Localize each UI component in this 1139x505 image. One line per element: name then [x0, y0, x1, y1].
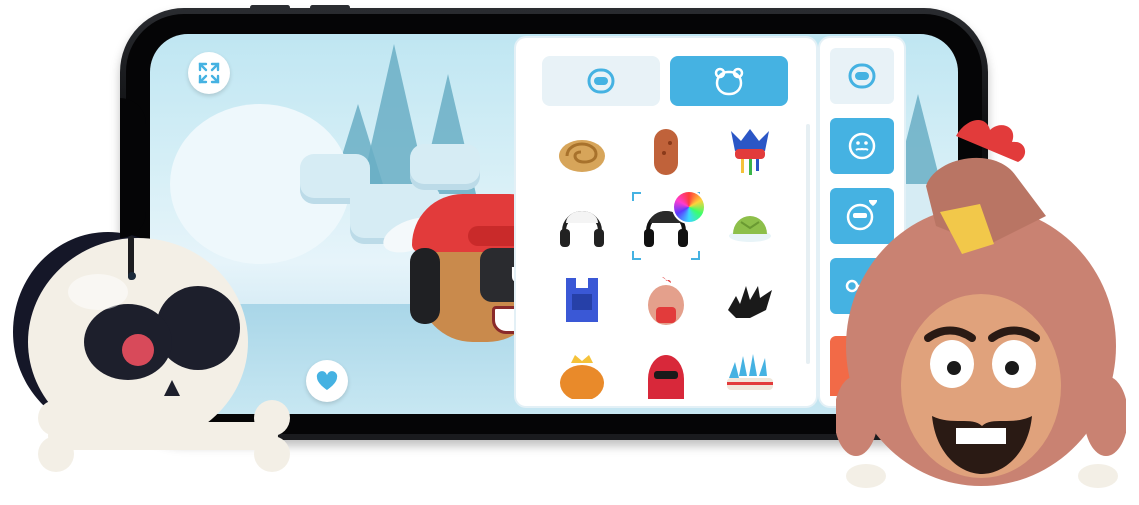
skull-illustration: [13, 232, 290, 472]
chicken-hat-icon: [648, 277, 684, 325]
favorite-button[interactable]: [306, 360, 348, 402]
head-shape-icon: [848, 63, 876, 89]
black-spiky-hair-icon: [728, 286, 772, 318]
item-sausage-hat[interactable]: [636, 122, 696, 182]
customization-panel: [516, 38, 816, 406]
item-turtle-shell-hat[interactable]: [720, 196, 780, 256]
red-helmet-icon: [648, 355, 684, 399]
crown-hat-icon: [560, 355, 604, 399]
phone-side-button: [310, 5, 350, 10]
sausage-hat-icon: [654, 129, 678, 175]
feather-headdress-icon: [727, 354, 773, 390]
panel-scrollbar[interactable]: [806, 124, 810, 364]
item-jester-hat[interactable]: [720, 122, 780, 182]
head-shape-icon: [587, 68, 615, 94]
item-crown-hat[interactable]: [552, 344, 612, 404]
chicken-costume-character: [834, 116, 1128, 496]
phone-camera: [128, 272, 136, 280]
chicken-costume-illustration: [834, 119, 1128, 488]
skull-character: [8, 222, 308, 492]
item-headphones-black[interactable]: [632, 190, 706, 260]
heart-icon: [316, 371, 338, 390]
expand-icon: [198, 62, 220, 84]
cinnamon-roll-hat-icon: [559, 140, 605, 172]
side-menu-head-shape[interactable]: [830, 48, 894, 104]
phone-side-button: [250, 5, 290, 10]
item-red-helmet[interactable]: [636, 344, 696, 404]
blue-robot-helmet-icon: [566, 278, 598, 322]
item-black-spiky-hair[interactable]: [720, 270, 780, 330]
fullscreen-button[interactable]: [188, 52, 230, 94]
ice-rock: [410, 144, 480, 190]
color-picker-button[interactable]: [672, 190, 706, 224]
promo-stage: UR: [0, 0, 1139, 505]
item-chicken-hat[interactable]: [636, 270, 696, 330]
tab-hats[interactable]: [670, 56, 788, 106]
headphones-white-icon: [560, 211, 604, 247]
item-blue-robot-helmet[interactable]: [552, 270, 612, 330]
item-feather-headdress[interactable]: [720, 344, 780, 404]
item-headphones-white[interactable]: [552, 196, 612, 256]
jester-hat-icon: [731, 129, 769, 175]
tab-head-shape[interactable]: [542, 56, 660, 106]
bear-ears-icon: [714, 67, 744, 96]
avatar-headphones: [410, 248, 440, 324]
turtle-shell-hat-icon: [729, 216, 771, 242]
item-cinnamon-roll-hat[interactable]: [552, 122, 612, 182]
phone-notch: [120, 98, 146, 280]
